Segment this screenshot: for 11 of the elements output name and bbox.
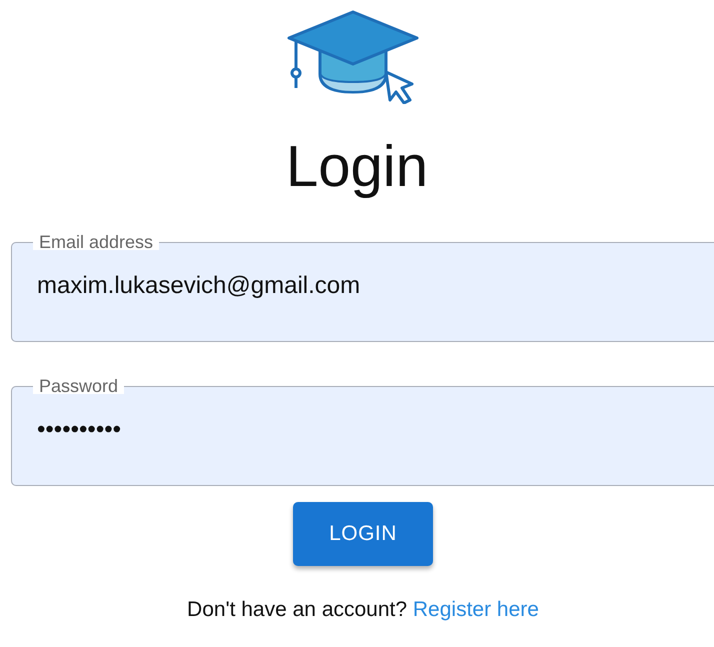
field-value: maxim.lukasevich@gmail.com [37,272,360,300]
register-link[interactable]: Register here [412,598,539,621]
graduation-cap-icon [286,8,420,104]
page-title: Login [286,134,428,200]
input-field[interactable]: Email address maxim.lukasevich@gmail.com [11,234,714,342]
field-label: Email address [33,234,160,250]
field-label: Password [33,378,124,394]
account-prompt: Don't have an account? [187,598,408,621]
input-field[interactable]: Password •••••••••• [11,378,714,486]
field-value: •••••••••• [37,416,122,444]
login-button[interactable]: LOGIN [293,502,433,566]
